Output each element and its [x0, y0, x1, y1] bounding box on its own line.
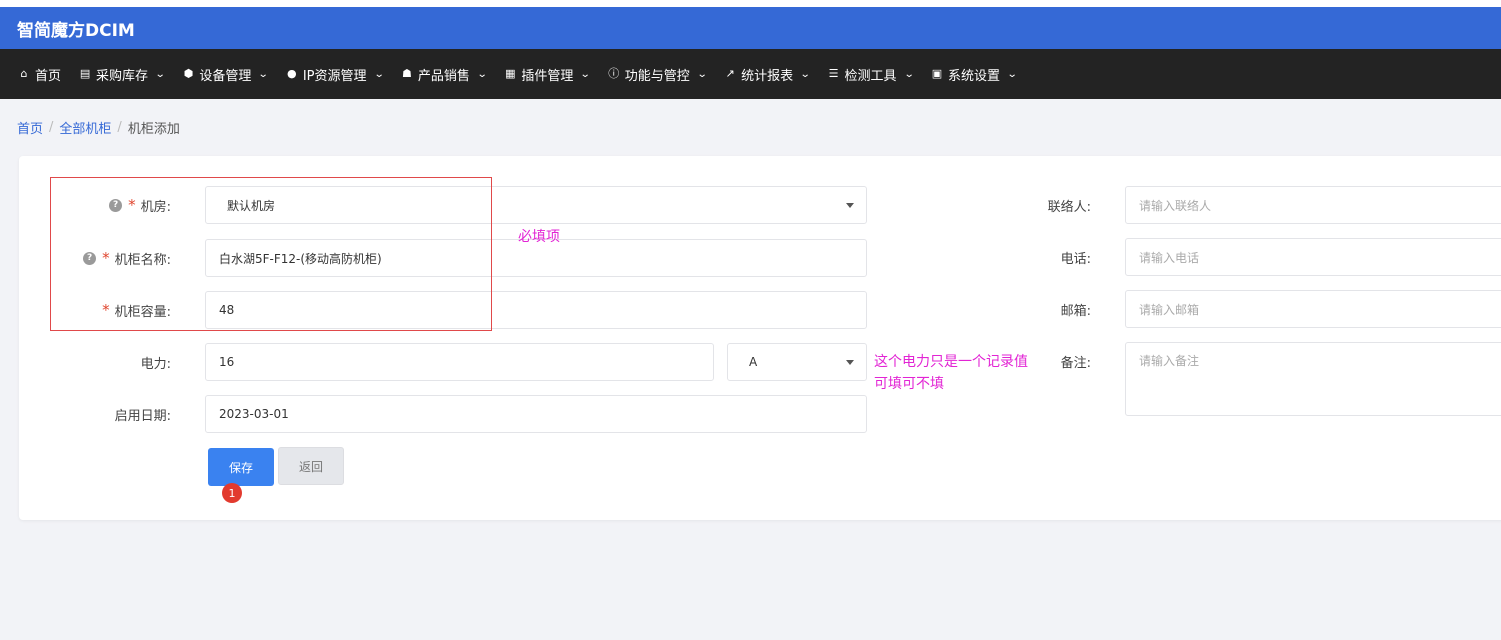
info-icon: ⓘ [608, 67, 620, 80]
start-date-label: 启用日期: [114, 408, 171, 424]
list-icon: ☰ [828, 67, 839, 80]
nav-item-product-sales[interactable]: ☗ 产品销售 ⌄ [400, 65, 488, 84]
required-fields-highlight-box [50, 177, 492, 331]
top-band [0, 0, 1501, 7]
breadcrumb-home[interactable]: 首页 [17, 118, 43, 137]
caret-down-icon [846, 203, 854, 208]
breadcrumb-current: 机柜添加 [127, 121, 180, 137]
nav-item-home[interactable]: ⌂ 首页 [17, 65, 62, 84]
chevron-down-icon: ⌄ [903, 68, 915, 80]
step-number-badge: 1 [222, 483, 242, 503]
home-icon: ⌂ [20, 67, 28, 80]
nav-item-functions-control[interactable]: ⓘ 功能与管控 ⌄ [607, 65, 708, 84]
power-note-line1: 这个电力只是一个记录值 [874, 354, 1028, 370]
remark-textarea[interactable]: 请输入备注 [1125, 342, 1501, 416]
breadcrumb-all-cabinets[interactable]: 全部机柜 [59, 118, 111, 137]
contact-label: 联络人: [1047, 199, 1091, 215]
breadcrumb-separator: / [117, 119, 122, 135]
caret-down-icon [846, 360, 854, 365]
chevron-down-icon: ⌄ [476, 68, 488, 80]
power-note-line2: 可填可不填 [874, 376, 944, 392]
th-large-icon: ▣ [931, 67, 943, 80]
nav-item-reports[interactable]: ↗ 统计报表 ⌄ [723, 65, 811, 84]
start-date-input[interactable]: 2023-03-01 [205, 395, 867, 433]
inbox-icon: ▤ [79, 67, 91, 80]
chevron-down-icon: ⌄ [258, 68, 270, 80]
power-label: 电力: [140, 356, 171, 372]
breadcrumb: 首页 / 全部机柜 / 机柜添加 [17, 118, 180, 137]
nav-item-ip-resources[interactable]: ● IP资源管理 ⌄ [285, 65, 385, 84]
back-button[interactable]: 返回 [278, 447, 344, 485]
phone-label: 电话: [1060, 251, 1091, 267]
app-title[interactable]: 智简魔方DCIM [17, 16, 135, 41]
chevron-down-icon: ⌄ [580, 68, 591, 80]
chevron-down-icon: ⌄ [373, 68, 385, 80]
cube-icon: ⬢ [183, 67, 194, 80]
email-input[interactable]: 请输入邮箱 [1125, 290, 1501, 328]
map-marker-icon: ● [287, 67, 297, 80]
power-input[interactable]: 16 [205, 343, 714, 381]
nav-item-plugins[interactable]: ▦ 插件管理 ⌄ [503, 65, 591, 84]
nav-item-system-settings[interactable]: ▣ 系统设置 ⌄ [930, 65, 1018, 84]
required-fields-note: 必填项 [518, 229, 560, 245]
cart-icon: ☗ [401, 67, 412, 80]
chevron-down-icon: ⌄ [1006, 68, 1018, 80]
nav-item-detection-tools[interactable]: ☰ 检测工具 ⌄ [827, 65, 915, 84]
save-button[interactable]: 保存 [208, 448, 274, 486]
grid-icon: ▦ [505, 67, 516, 80]
main-navbar: ⌂ 首页 ▤ 采购库存 ⌄ ⬢ 设备管理 ⌄ ● IP资源管理 ⌄ ☗ 产品销售… [0, 49, 1501, 99]
line-chart-icon: ↗ [725, 67, 735, 80]
nav-item-device-management[interactable]: ⬢ 设备管理 ⌄ [181, 65, 270, 84]
phone-input[interactable]: 请输入电话 [1125, 238, 1501, 276]
power-unit-select[interactable]: A [727, 343, 867, 381]
brand-bar: 智简魔方DCIM [0, 7, 1501, 49]
nav-item-purchase-inventory[interactable]: ▤ 采购库存 ⌄ [78, 65, 166, 84]
chevron-down-icon: ⌄ [799, 68, 811, 80]
contact-input[interactable]: 请输入联络人 [1125, 186, 1501, 224]
chevron-down-icon: ⌄ [696, 68, 708, 80]
chevron-down-icon: ⌄ [154, 68, 166, 80]
breadcrumb-separator: / [49, 119, 54, 135]
email-label: 邮箱: [1060, 303, 1091, 319]
